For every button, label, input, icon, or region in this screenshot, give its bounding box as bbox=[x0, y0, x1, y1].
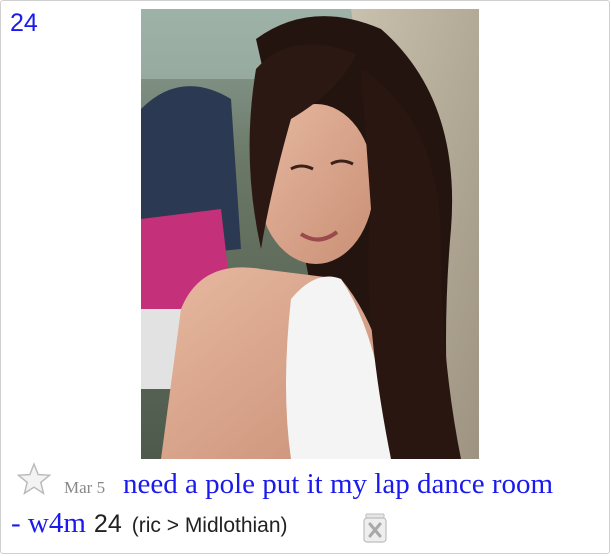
star-outline-icon[interactable] bbox=[16, 462, 52, 513]
trash-x-icon[interactable] bbox=[360, 512, 390, 544]
listing-image-price[interactable]: 24 bbox=[10, 11, 38, 36]
listing-title[interactable]: need a pole put it my lap dance room bbox=[123, 463, 553, 505]
listing-title-continued[interactable]: - w4m bbox=[11, 507, 86, 540]
listing-photo-image bbox=[141, 9, 479, 459]
listing-photo[interactable] bbox=[141, 9, 479, 459]
listing-date: Mar 5 bbox=[64, 478, 106, 497]
listing-meta-line2: - w4m 24 (ric > Midlothian) bbox=[11, 507, 288, 551]
listing-neighborhood: (ric > Midlothian) bbox=[131, 514, 288, 537]
listing-price: 24 bbox=[93, 510, 122, 538]
listing-card: 24 Mar 5 need a pole put it my lap dance… bbox=[0, 0, 610, 554]
